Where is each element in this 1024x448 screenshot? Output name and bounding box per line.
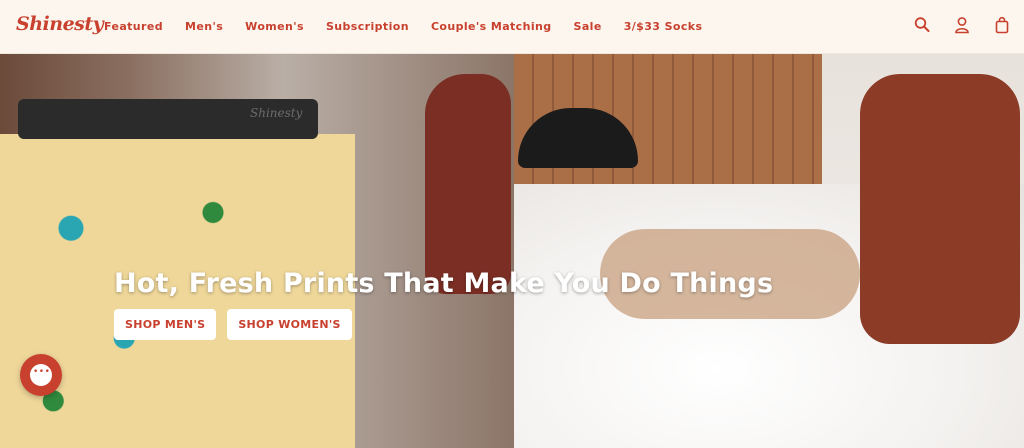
nav-couples-matching[interactable]: Couple's Matching (431, 20, 552, 33)
hero-cta-group: SHOP MEN'S SHOP WOMEN'S (114, 309, 352, 340)
cowboy-boot-image (425, 74, 511, 294)
nav-socks-deal[interactable]: 3/$33 Socks (624, 20, 703, 33)
brand-logo[interactable]: Shinesty (16, 13, 104, 35)
bag-icon[interactable] (994, 16, 1010, 34)
hero-headline: Hot, Fresh Prints That Make You Do Thing… (114, 268, 774, 299)
account-icon[interactable] (954, 16, 970, 34)
chat-bubble-icon (30, 364, 52, 386)
nav-mens[interactable]: Men's (185, 20, 223, 33)
nav-subscription[interactable]: Subscription (326, 20, 409, 33)
main-nav: Featured Men's Women's Subscription Coup… (104, 20, 724, 33)
cowboy-boots-image (860, 74, 1020, 344)
nav-sale[interactable]: Sale (574, 20, 602, 33)
nav-featured[interactable]: Featured (104, 20, 163, 33)
header-actions (914, 16, 1010, 34)
shop-womens-button[interactable]: SHOP WOMEN'S (227, 309, 352, 340)
top-navigation-bar: Shinesty Featured Men's Women's Subscrip… (0, 0, 1024, 54)
nav-womens[interactable]: Women's (245, 20, 304, 33)
shop-mens-button[interactable]: SHOP MEN'S (114, 309, 217, 340)
waistband-logo-text: Shinesty (250, 106, 303, 120)
hero-banner: Shinesty Hot, Fresh Prints That Make You… (0, 54, 1024, 448)
search-icon[interactable] (914, 16, 930, 34)
chat-launcher-button[interactable] (20, 354, 62, 396)
